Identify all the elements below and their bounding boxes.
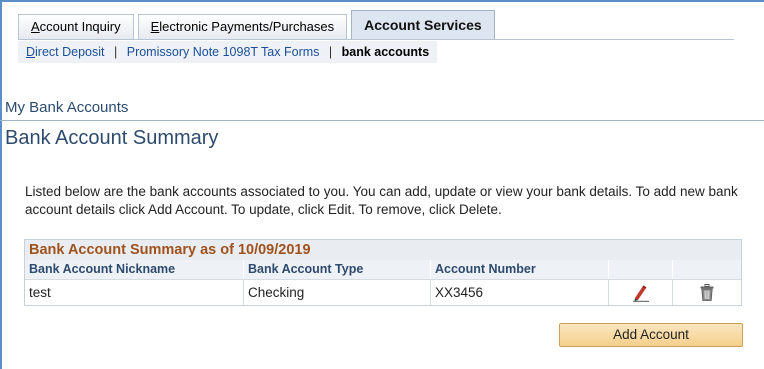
- link-accesskey: D: [26, 45, 36, 59]
- tab-accesskey: A: [31, 19, 40, 34]
- header-delete: [673, 260, 741, 279]
- tab-account-inquiry[interactable]: Account Inquiry: [18, 14, 134, 40]
- pencil-edit-icon[interactable]: [631, 284, 651, 302]
- header-nickname: Bank Account Nickname: [25, 260, 244, 279]
- table-row: test Checking XX3456: [25, 279, 741, 305]
- direct-deposit-link[interactable]: Direct Deposit: [26, 45, 105, 59]
- header-edit: [609, 260, 673, 279]
- page-title: Bank Account Summary: [5, 127, 219, 149]
- grid-header-row: Bank Account Nickname Bank Account Type …: [25, 260, 741, 279]
- tab-label: Account Services: [364, 17, 482, 33]
- delete-button[interactable]: [673, 280, 741, 305]
- grid-title: Bank Account Summary as of 10/09/2019: [25, 240, 741, 260]
- tab-electronic-payments[interactable]: Electronic Payments/Purchases: [137, 14, 348, 40]
- nav-separator: |: [328, 45, 333, 59]
- cell-account-type: Checking: [244, 280, 431, 305]
- tab-accesskey: E: [150, 19, 160, 34]
- header-account-number: Account Number: [431, 260, 609, 279]
- edit-button[interactable]: [609, 280, 673, 305]
- promissory-note-link[interactable]: Promissory Note 1098T Tax Forms: [127, 45, 320, 59]
- header-account-type: Bank Account Type: [244, 260, 431, 279]
- tab-account-services[interactable]: Account Services: [351, 10, 495, 40]
- trash-delete-icon[interactable]: [700, 284, 714, 301]
- tab-label: lectronic Payments/Purchases: [159, 19, 335, 34]
- page-subtitle: My Bank Accounts: [5, 99, 129, 116]
- link-label: irect Deposit: [35, 45, 105, 59]
- cell-nickname: test: [25, 280, 244, 305]
- bank-accounts-grid: Bank Account Summary as of 10/09/2019 Ba…: [24, 239, 742, 306]
- current-page-label: bank accounts: [341, 45, 430, 59]
- section-divider: [0, 120, 764, 121]
- add-account-button[interactable]: Add Account: [559, 323, 743, 347]
- nav-separator: |: [114, 45, 118, 59]
- instructions-text: Listed below are the bank accounts assoc…: [25, 184, 738, 217]
- sub-navigation: Direct Deposit | Promissory Note 1098T T…: [18, 41, 438, 63]
- tab-divider: [18, 39, 734, 40]
- tab-bar: Account Inquiry Electronic Payments/Purc…: [18, 10, 499, 40]
- tab-label: ccount Inquiry: [39, 19, 121, 34]
- cell-account-number: XX3456: [431, 280, 609, 305]
